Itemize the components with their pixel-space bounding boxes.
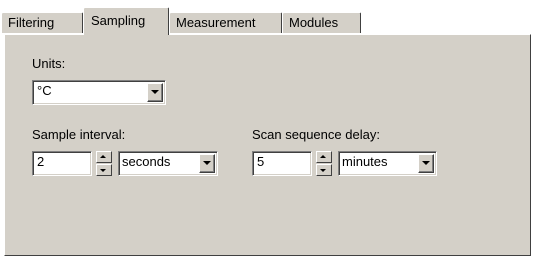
arrow-down-icon [100, 169, 106, 172]
tab-sampling[interactable]: Sampling [83, 7, 169, 35]
sample-interval-value: 2 [37, 154, 45, 169]
sample-interval-input[interactable]: 2 [32, 151, 92, 176]
scan-delay-label: Scan sequence delay: [252, 127, 380, 142]
sample-interval-unit-dropdown[interactable]: seconds [118, 151, 218, 176]
spin-down-button[interactable] [96, 164, 112, 176]
spin-up-button[interactable] [96, 151, 112, 163]
tab-filtering[interactable]: Filtering [1, 12, 83, 33]
units-dropdown-button[interactable] [147, 83, 163, 102]
tab-modules-label: Modules [289, 15, 339, 30]
tab-measurement-label: Measurement [176, 15, 256, 30]
scan-delay-unit-button[interactable] [418, 154, 434, 173]
sample-interval-unit-value: seconds [122, 154, 171, 169]
units-value: °C [37, 83, 52, 98]
spin-up-button[interactable] [316, 151, 332, 163]
tab-modules[interactable]: Modules [282, 12, 361, 33]
spin-down-button[interactable] [316, 164, 332, 176]
arrow-down-icon [320, 169, 326, 172]
scan-delay-unit-value: minutes [342, 154, 388, 169]
scan-delay-spinner[interactable] [316, 151, 332, 176]
tab-measurement[interactable]: Measurement [169, 12, 282, 33]
scan-delay-value: 5 [257, 154, 265, 169]
chevron-down-icon [151, 90, 159, 94]
chevron-down-icon [203, 161, 211, 165]
sample-interval-label: Sample interval: [32, 127, 126, 142]
scan-delay-unit-dropdown[interactable]: minutes [338, 151, 437, 176]
units-dropdown[interactable]: °C [32, 80, 166, 105]
sample-interval-unit-button[interactable] [199, 154, 215, 173]
tab-strip: Filtering Sampling Measurement Modules [0, 0, 533, 35]
arrow-up-icon [320, 155, 326, 158]
tab-filtering-label: Filtering [8, 15, 55, 30]
units-label: Units: [32, 56, 66, 71]
scan-delay-input[interactable]: 5 [252, 151, 312, 176]
tab-sampling-label: Sampling [91, 13, 146, 28]
sample-interval-spinner[interactable] [96, 151, 112, 176]
sampling-panel: Units: °C Sample interval: 2 seconds Sca… [4, 34, 531, 256]
chevron-down-icon [422, 161, 430, 165]
arrow-up-icon [100, 155, 106, 158]
